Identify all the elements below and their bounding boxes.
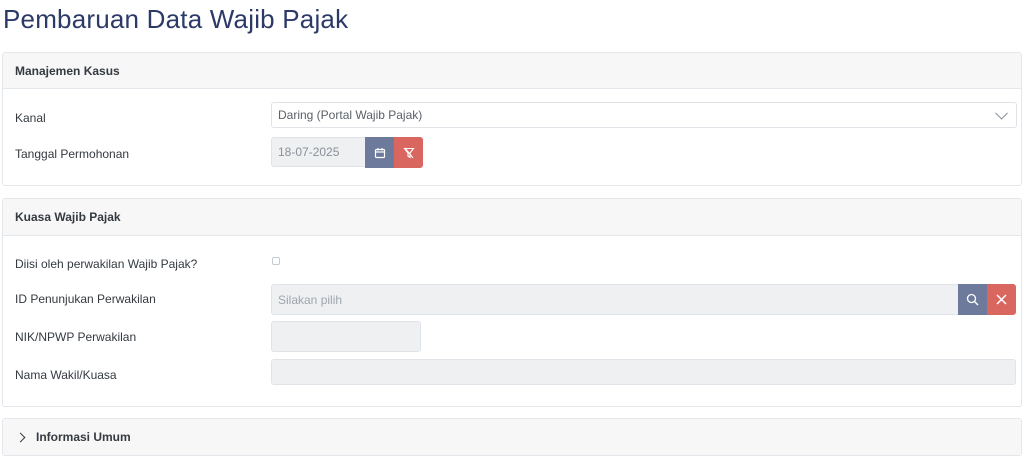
filter-clear-icon xyxy=(402,147,415,159)
clear-date-button[interactable] xyxy=(394,137,423,168)
channel-select-value: Daring (Portal Wajib Pajak) xyxy=(278,108,423,122)
calendar-icon xyxy=(374,147,385,158)
taxpayer-proxy-header: Kuasa Wajib Pajak xyxy=(3,199,1021,236)
clear-appointment-button[interactable] xyxy=(987,284,1016,315)
general-info-title: Informasi Umum xyxy=(36,430,131,444)
search-appointment-button[interactable] xyxy=(958,284,987,315)
page-title: Pembaruan Data Wajib Pajak xyxy=(3,4,349,34)
filled-by-rep-label: Diisi oleh perwakilan Wajib Pajak? xyxy=(15,257,198,271)
request-date-input[interactable]: 18-07-2025 xyxy=(271,137,367,167)
close-icon xyxy=(996,294,1007,305)
appointment-id-input[interactable]: Silakan pilih xyxy=(271,284,959,315)
request-date-value: 18-07-2025 xyxy=(278,145,340,159)
channel-select[interactable]: Daring (Portal Wajib Pajak) xyxy=(271,102,1017,128)
nik-npwp-input[interactable] xyxy=(271,321,421,352)
case-management-card: Manajemen Kasus Kanal Daring (Portal Waj… xyxy=(2,52,1022,186)
filled-by-rep-checkbox[interactable] xyxy=(272,257,280,265)
calendar-button[interactable] xyxy=(365,137,394,168)
chevron-right-icon xyxy=(15,432,26,442)
rep-name-input[interactable] xyxy=(271,359,1016,385)
nik-npwp-label: NIK/NPWP Perwakilan xyxy=(15,330,137,344)
channel-label: Kanal xyxy=(15,111,46,125)
rep-name-label: Nama Wakil/Kuasa xyxy=(15,368,117,382)
general-info-card[interactable]: Informasi Umum xyxy=(2,418,1022,456)
chevron-down-icon xyxy=(995,106,1008,120)
appointment-id-label: ID Penunjukan Perwakilan xyxy=(15,292,156,306)
case-management-header: Manajemen Kasus xyxy=(3,53,1021,89)
appointment-id-placeholder: Silakan pilih xyxy=(278,292,343,307)
general-info-header[interactable]: Informasi Umum xyxy=(3,419,1021,455)
search-icon xyxy=(966,293,979,306)
request-date-label: Tanggal Permohonan xyxy=(15,147,130,161)
taxpayer-proxy-card: Kuasa Wajib Pajak Diisi oleh perwakilan … xyxy=(2,198,1022,407)
